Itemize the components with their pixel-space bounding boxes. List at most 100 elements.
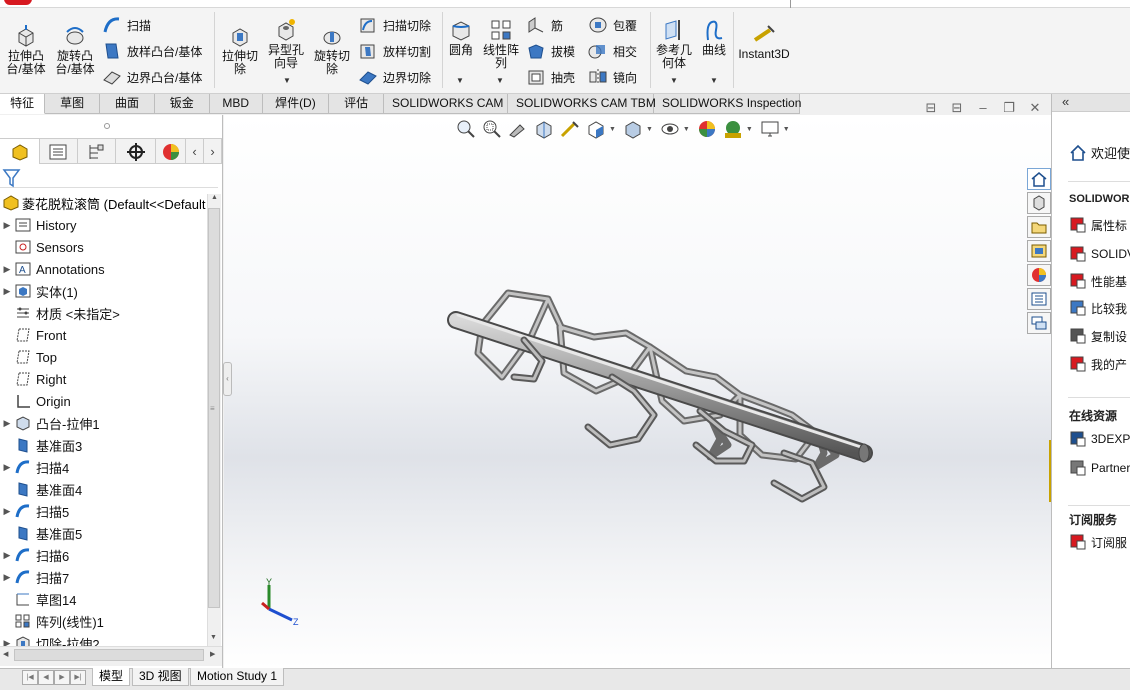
lofted-cut-button[interactable]: 放样切割 <box>358 42 431 60</box>
apply-scene-dropdown-icon[interactable]: ▼ <box>746 126 753 133</box>
tree-item[interactable]: ▶ 扫描7 <box>0 566 210 588</box>
tab-motion-study[interactable]: Motion Study 1 <box>190 668 285 686</box>
tab-5[interactable]: 焊件(D) <box>263 94 330 114</box>
dynamic-annotation-icon[interactable] <box>559 119 581 139</box>
task-pane-link[interactable]: 我的产 <box>1069 355 1127 373</box>
display-style-dropdown-icon[interactable]: ▼ <box>646 126 653 133</box>
prev-tab-icon[interactable]: ◀ <box>38 670 54 685</box>
restore-icon[interactable]: ❐ <box>996 100 1022 116</box>
graphics-area[interactable]: Y Z <box>224 115 1051 668</box>
solidworks-logo[interactable] <box>4 0 32 5</box>
tab-model[interactable]: 模型 <box>92 668 131 686</box>
next-tab-icon[interactable]: ▶ <box>54 670 70 685</box>
edit-appearance-icon[interactable] <box>696 119 718 139</box>
curves-dropdown[interactable]: ▼ <box>710 76 718 85</box>
apply-scene-icon[interactable] <box>722 119 744 139</box>
expand-arrow-icon[interactable]: ▶ <box>0 220 14 231</box>
collapse-task-pane-icon[interactable]: « <box>1062 94 1069 109</box>
tree-item[interactable]: 基准面4 <box>0 478 210 500</box>
hole-wizard-button[interactable]: 异型孔 向导 <box>264 18 308 70</box>
hide-show-items-icon[interactable] <box>659 119 681 139</box>
tab-2[interactable]: 曲面 <box>100 94 155 114</box>
swept-cut-button[interactable]: 扫描切除 <box>358 16 431 34</box>
panel-splitter[interactable]: ‹ <box>223 362 232 396</box>
task-pane-link[interactable]: 性能基 <box>1069 272 1127 290</box>
tree-item[interactable]: Top <box>0 346 210 368</box>
tab-file-explorer[interactable] <box>1027 240 1051 262</box>
expand-arrow-icon[interactable]: ▶ <box>0 418 14 429</box>
expand-arrow-icon[interactable]: ▶ <box>0 264 14 275</box>
instant3d-button[interactable]: Instant3D <box>738 22 790 61</box>
revolve-cut-button[interactable]: 旋转切 除 <box>310 24 354 76</box>
expand-arrow-icon[interactable]: ▶ <box>0 506 14 517</box>
tab-6[interactable]: 评估 <box>329 94 385 114</box>
reference-geometry-dropdown[interactable]: ▼ <box>670 76 678 85</box>
view-settings-icon[interactable] <box>759 119 781 139</box>
restore-left-icon[interactable]: ⊟ <box>918 100 944 116</box>
first-tab-icon[interactable]: |◀ <box>22 670 38 685</box>
tab-8[interactable]: SOLIDWORKS CAM TBM <box>508 94 656 114</box>
reference-geometry-button[interactable]: 参考几 何体 <box>654 18 694 70</box>
wrap-button[interactable]: 包覆 <box>588 16 637 34</box>
tab-4[interactable]: MBD <box>210 94 263 114</box>
tab-scroll-left[interactable]: ‹ <box>186 139 204 164</box>
tab-7[interactable]: SOLIDWORKS CAM <box>384 94 509 114</box>
tree-item[interactable]: ▶ History <box>0 214 210 236</box>
tab-resources[interactable] <box>1027 192 1051 214</box>
tree-item[interactable]: ▶ 实体(1) <box>0 280 210 302</box>
task-pane-link[interactable]: SOLIDV <box>1069 245 1130 263</box>
tree-item[interactable]: Origin <box>0 390 210 412</box>
tree-item[interactable]: ▶ 扫描5 <box>0 500 210 522</box>
tab-1[interactable]: 草图 <box>45 94 101 114</box>
mirror-button[interactable]: 镜向 <box>588 68 637 86</box>
tab-custom-properties[interactable] <box>1027 288 1051 310</box>
expand-arrow-icon[interactable]: ▶ <box>0 286 14 297</box>
tab-3[interactable]: 钣金 <box>155 94 210 114</box>
tree-hscroll-thumb[interactable] <box>14 649 204 661</box>
tab-0[interactable]: 特征 <box>0 94 46 114</box>
tab-9[interactable]: SOLIDWORKS Inspection <box>654 94 801 114</box>
expand-arrow-icon[interactable]: ▶ <box>0 572 14 583</box>
zoom-to-area-icon[interactable] <box>481 119 503 139</box>
task-pane-link[interactable]: 复制设 <box>1069 327 1127 345</box>
tab-feature-manager[interactable] <box>0 139 40 164</box>
welcome-link[interactable]: 欢迎使 <box>1069 143 1130 162</box>
tree-item[interactable]: ▶ A Annotations <box>0 258 210 280</box>
task-pane-link[interactable]: 订阅服 <box>1069 533 1127 551</box>
section-view-icon[interactable] <box>533 119 555 139</box>
task-pane-link[interactable]: 3DEXPE <box>1069 430 1130 448</box>
tree-item[interactable]: 材质 <未指定> <box>0 302 210 324</box>
view-settings-dropdown-icon[interactable]: ▼ <box>783 126 790 133</box>
revolve-boss-button[interactable]: 旋转凸 台/基体 <box>52 24 98 76</box>
tab-design-library[interactable] <box>1027 216 1051 238</box>
tab-3d-view[interactable]: 3D 视图 <box>132 668 189 686</box>
scroll-down-icon[interactable]: ▼ <box>210 634 217 641</box>
linear-pattern-button[interactable]: 线性阵 列 <box>480 18 522 70</box>
previous-view-icon[interactable] <box>507 119 529 139</box>
view-orientation-dropdown-icon[interactable]: ▼ <box>609 126 616 133</box>
sweep-button[interactable]: 扫描 <box>102 16 151 34</box>
tree-item[interactable]: Right <box>0 368 210 390</box>
boundary-boss-button[interactable]: 边界凸台/基体 <box>102 68 202 86</box>
tab-dimxpert-manager[interactable] <box>116 139 156 164</box>
tree-item[interactable]: 基准面3 <box>0 434 210 456</box>
tab-appearances[interactable] <box>1027 264 1051 286</box>
last-tab-icon[interactable]: ▶| <box>70 670 86 685</box>
expand-arrow-icon[interactable]: ▶ <box>0 550 14 561</box>
expand-arrow-icon[interactable]: ▶ <box>0 462 14 473</box>
tab-display-manager[interactable] <box>156 139 186 164</box>
tree-item[interactable]: Sensors <box>0 236 210 258</box>
task-pane-link[interactable]: Partner <box>1069 459 1130 477</box>
curves-button[interactable]: 曲线 <box>698 18 730 57</box>
tree-item[interactable]: 草图14 <box>0 588 210 610</box>
rib-button[interactable]: 筋 <box>526 16 563 34</box>
tab-property-manager[interactable] <box>38 139 78 164</box>
tab-configuration-manager[interactable] <box>76 139 116 164</box>
tree-item[interactable]: ▶ 扫描4 <box>0 456 210 478</box>
tree-item[interactable]: Front <box>0 324 210 346</box>
task-pane-link[interactable]: 属性标 <box>1069 216 1127 234</box>
linear-pattern-dropdown[interactable]: ▼ <box>496 76 504 85</box>
extrude-boss-button[interactable]: 拉伸凸 台/基体 <box>4 24 48 76</box>
zoom-to-fit-icon[interactable] <box>455 119 477 139</box>
fillet-button[interactable]: 圆角 <box>446 18 476 57</box>
